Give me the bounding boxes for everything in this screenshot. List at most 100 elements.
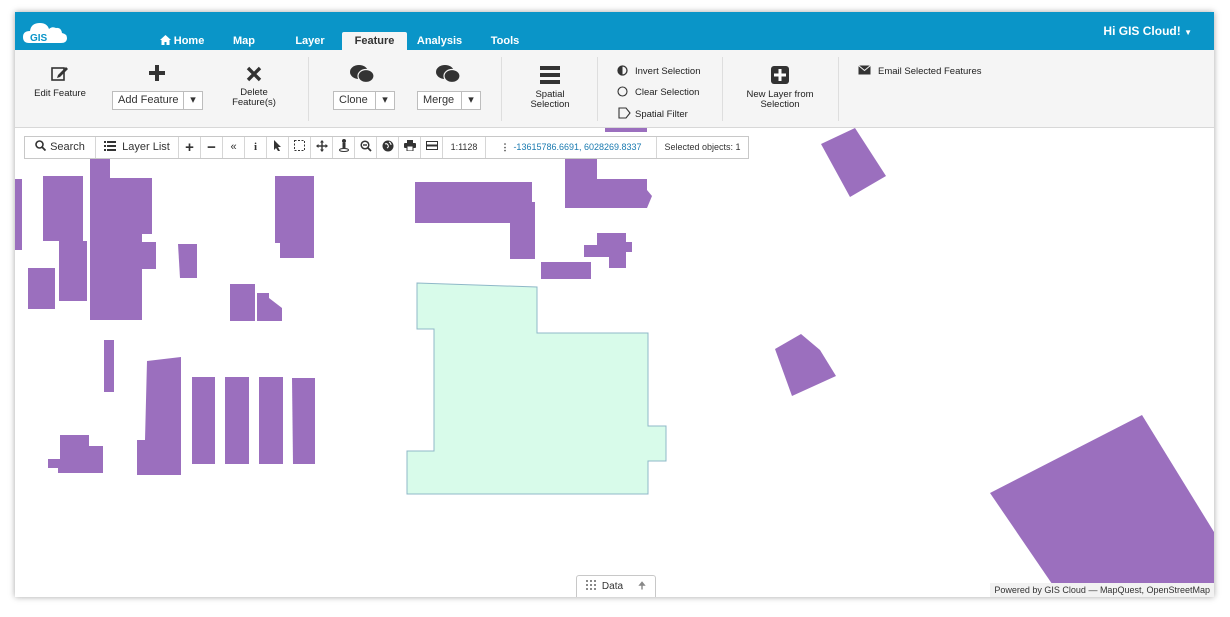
zoom-extent-button[interactable] bbox=[355, 137, 377, 158]
data-panel-label: Data bbox=[601, 581, 624, 592]
info-button[interactable]: i bbox=[245, 137, 267, 158]
print-icon bbox=[403, 140, 416, 152]
envelope-icon bbox=[858, 65, 871, 75]
ruler-icon bbox=[425, 141, 438, 150]
building bbox=[90, 159, 152, 320]
chevron-down-icon: ▼ bbox=[1184, 28, 1192, 37]
email-selected-label: Email Selected Features bbox=[878, 66, 982, 77]
tab-map-label: Map bbox=[233, 35, 255, 47]
tab-layer-label: Layer bbox=[295, 35, 325, 47]
tab-map[interactable]: Map bbox=[225, 32, 263, 50]
data-panel-toggle[interactable]: Data 🠉 bbox=[576, 575, 656, 597]
select-button[interactable] bbox=[267, 137, 289, 158]
building bbox=[59, 241, 87, 301]
building bbox=[192, 377, 215, 464]
selected-objects-value: Selected objects: 1 bbox=[664, 142, 741, 152]
building bbox=[257, 293, 282, 321]
globe-button[interactable] bbox=[377, 137, 399, 158]
building bbox=[15, 179, 22, 250]
svg-text:GIS: GIS bbox=[30, 33, 48, 44]
new-layer-group-divider bbox=[722, 57, 839, 121]
search-button[interactable]: Search bbox=[25, 137, 96, 158]
print-button[interactable] bbox=[399, 137, 421, 158]
building bbox=[990, 415, 1214, 597]
zoom-out-button[interactable]: − bbox=[201, 137, 223, 158]
coordinates-display: ⋮ -13615786.6691, 6028269.8337 bbox=[486, 137, 657, 158]
tab-tools-label: Tools bbox=[490, 35, 520, 47]
globe-icon bbox=[382, 140, 393, 152]
minus-icon: − bbox=[207, 139, 216, 156]
zoom-icon bbox=[359, 140, 372, 152]
selected-objects-display: Selected objects: 1 bbox=[657, 137, 748, 158]
building bbox=[142, 242, 156, 269]
collapse-toolbar-button[interactable]: « bbox=[223, 137, 245, 158]
attribution-brand-link[interactable]: GIS Cloud bbox=[1044, 585, 1086, 595]
building bbox=[104, 340, 114, 392]
search-icon bbox=[35, 140, 47, 152]
list-icon bbox=[104, 141, 117, 151]
building bbox=[178, 244, 197, 278]
arrow-up-icon: 🠉 bbox=[637, 581, 647, 592]
zoom-in-button[interactable]: + bbox=[179, 137, 201, 158]
edit-group-divider bbox=[15, 57, 309, 121]
building bbox=[605, 128, 647, 132]
tab-layer[interactable]: Layer bbox=[289, 32, 331, 50]
feature-ribbon: Edit Feature Add Feature ▾ Delete Featur… bbox=[15, 50, 1214, 128]
building bbox=[137, 357, 181, 475]
layer-list-label: Layer List bbox=[122, 141, 170, 153]
double-chevron-left-icon: « bbox=[230, 141, 237, 153]
layer-list-button[interactable]: Layer List bbox=[96, 137, 179, 158]
measure-button[interactable] bbox=[421, 137, 443, 158]
pan-button[interactable] bbox=[311, 137, 333, 158]
home-icon bbox=[159, 35, 171, 45]
scale-display: 1:1128 bbox=[443, 137, 486, 158]
street-view-button[interactable] bbox=[333, 137, 355, 158]
building bbox=[230, 284, 255, 321]
selection-group-divider bbox=[597, 57, 723, 121]
spatial-group-divider bbox=[501, 57, 598, 121]
move-icon bbox=[315, 140, 328, 152]
box-select-button[interactable] bbox=[289, 137, 311, 158]
building bbox=[584, 233, 632, 268]
building bbox=[415, 182, 535, 259]
map-attribution: Powered by GIS Cloud — MapQuest, OpenStr… bbox=[990, 583, 1214, 597]
cursor-icon bbox=[274, 140, 281, 151]
tab-tools[interactable]: Tools bbox=[483, 32, 527, 50]
user-greeting: Hi GIS Cloud! bbox=[1103, 24, 1181, 38]
building bbox=[28, 268, 55, 309]
tab-home-label: Home bbox=[173, 35, 205, 47]
map-canvas[interactable] bbox=[15, 128, 1214, 597]
vertical-ellipsis-icon: ⋮ bbox=[500, 142, 510, 152]
plus-icon: + bbox=[185, 139, 194, 156]
building bbox=[821, 128, 886, 197]
tab-feature[interactable]: Feature bbox=[342, 32, 407, 50]
top-bar: GIS Home Map Layer Feature Analysis Tool… bbox=[15, 12, 1214, 50]
coordinates-value: -13615786.6691, 6028269.8337 bbox=[513, 142, 642, 152]
box-select-icon bbox=[294, 140, 305, 151]
map-toolbar: Search Layer List + − « i 1:1128 ⋮ -1361… bbox=[24, 136, 749, 159]
building bbox=[775, 334, 836, 396]
app-window: GIS Home Map Layer Feature Analysis Tool… bbox=[15, 12, 1214, 597]
building bbox=[541, 262, 591, 279]
scale-value: 1:1128 bbox=[450, 142, 478, 152]
attribution-prefix: Powered by bbox=[994, 585, 1042, 595]
search-label: Search bbox=[50, 141, 85, 153]
selected-feature[interactable] bbox=[406, 282, 667, 495]
tab-home[interactable]: Home bbox=[155, 32, 209, 50]
clone-group-divider bbox=[308, 57, 502, 121]
gis-cloud-logo[interactable]: GIS bbox=[21, 17, 69, 47]
grid-icon bbox=[585, 580, 596, 590]
building bbox=[275, 176, 314, 258]
building bbox=[259, 377, 283, 464]
email-selected-features-button[interactable]: Email Selected Features bbox=[858, 65, 982, 77]
attribution-rest: — MapQuest, OpenStreetMap bbox=[1088, 585, 1210, 595]
building bbox=[292, 378, 315, 464]
building bbox=[225, 377, 249, 464]
building bbox=[48, 435, 103, 473]
user-menu[interactable]: Hi GIS Cloud! ▼ bbox=[1103, 24, 1192, 38]
map-layer[interactable] bbox=[15, 128, 1214, 597]
tab-analysis-label: Analysis bbox=[416, 35, 463, 47]
building bbox=[43, 176, 83, 241]
tab-analysis[interactable]: Analysis bbox=[412, 32, 467, 50]
info-icon: i bbox=[253, 141, 258, 153]
